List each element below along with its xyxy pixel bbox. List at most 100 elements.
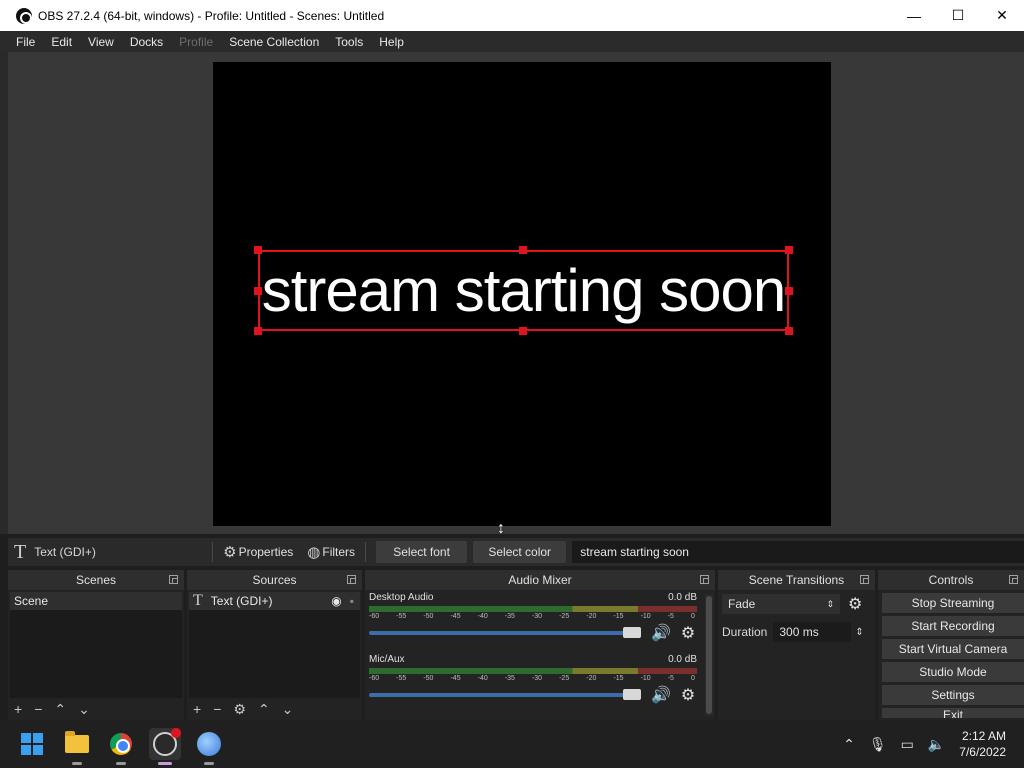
select-color-button[interactable]: Select color	[473, 541, 567, 563]
transitions-title: Scene Transitions	[748, 573, 845, 587]
remove-icon[interactable]: −	[34, 701, 42, 717]
tick-label: -25	[559, 675, 570, 682]
chrome-button[interactable]	[105, 728, 137, 765]
move-up-icon[interactable]: ⌃	[258, 701, 270, 718]
start-virtual-camera-button[interactable]: Start Virtual Camera	[882, 639, 1024, 659]
sources-title: Sources	[252, 573, 297, 587]
select-font-button[interactable]: Select font	[376, 541, 468, 563]
properties-button[interactable]: ⚙ Properties	[219, 543, 297, 561]
text-source-icon: T	[14, 540, 27, 563]
scene-transitions-dock: Scene Transitions Fade ⇕ ⚙ Duration 300 …	[718, 570, 875, 720]
menu-tools[interactable]: Tools	[327, 35, 371, 49]
studio-mode-button[interactable]: Studio Mode	[882, 662, 1024, 682]
mixer-scrollbar[interactable]	[705, 594, 713, 716]
menu-edit[interactable]: Edit	[43, 35, 80, 49]
start-recording-button[interactable]: Start Recording	[882, 616, 1024, 636]
tick-label: -55	[396, 675, 407, 682]
selection-box[interactable]	[258, 250, 789, 331]
menu-file[interactable]: File	[8, 35, 43, 49]
filters-button[interactable]: ◍ Filters	[303, 543, 359, 561]
channel-name: Mic/Aux	[369, 654, 405, 665]
add-icon[interactable]: +	[14, 701, 22, 717]
tick-label: 0	[690, 613, 695, 620]
volume-slider[interactable]	[369, 627, 641, 638]
menu-scene-collection[interactable]: Scene Collection	[221, 35, 327, 49]
source-item[interactable]: T Text (GDI+) ◉ ▪	[189, 592, 360, 610]
clock[interactable]: 2:12 AM 7/6/2022	[959, 728, 1006, 760]
gear-icon[interactable]: ⚙	[848, 594, 862, 614]
speaker-icon[interactable]: 🔊	[651, 623, 671, 643]
resize-handle-tr[interactable]	[785, 246, 793, 254]
move-down-icon[interactable]: ⌄	[282, 701, 294, 718]
microphone-icon[interactable]: 🎙	[869, 736, 887, 753]
chevron-up-icon[interactable]: ⌃	[843, 736, 855, 753]
resize-handle-tm[interactable]	[519, 246, 527, 254]
lock-icon[interactable]: ▪	[350, 594, 354, 608]
menu-profile[interactable]: Profile	[171, 35, 221, 49]
slider-knob[interactable]	[623, 627, 641, 638]
start-button[interactable]	[16, 728, 48, 760]
gear-icon[interactable]: ⚙	[681, 623, 695, 643]
undock-icon[interactable]	[1009, 575, 1018, 584]
menu-help[interactable]: Help	[371, 35, 412, 49]
undock-icon[interactable]	[169, 575, 178, 584]
file-explorer-button[interactable]	[61, 728, 93, 765]
speaker-icon[interactable]: 🔊	[651, 685, 671, 705]
undock-icon[interactable]	[700, 575, 709, 584]
undock-icon[interactable]	[347, 575, 356, 584]
tick-label: -15	[613, 613, 624, 620]
eye-icon[interactable]: ◉	[331, 594, 341, 608]
scrollbar-thumb[interactable]	[706, 596, 712, 714]
undock-icon[interactable]	[860, 575, 869, 584]
tick-label: -55	[396, 613, 407, 620]
resize-handle-bl[interactable]	[254, 327, 262, 335]
gear-icon[interactable]: ⚙	[233, 701, 246, 718]
settings-button[interactable]: Settings	[882, 685, 1024, 705]
move-up-icon[interactable]: ⌃	[54, 701, 66, 718]
recording-dot-icon	[171, 728, 181, 738]
tick-label: -30	[531, 675, 543, 682]
scenes-dock: Scenes Scene + − ⌃ ⌄	[8, 570, 184, 720]
menu-view[interactable]: View	[80, 35, 122, 49]
network-icon[interactable]: ▭	[901, 736, 914, 753]
taskbar: ⌃ 🎙 ▭ 🔈 2:12 AM 7/6/2022	[0, 720, 1024, 768]
gear-icon[interactable]: ⚙	[681, 685, 695, 705]
stop-streaming-button[interactable]: Stop Streaming	[882, 593, 1024, 613]
tick-label: -50	[423, 675, 434, 682]
volume-slider[interactable]	[369, 689, 641, 700]
windows-logo-icon	[21, 733, 43, 755]
slider-knob[interactable]	[623, 689, 641, 700]
obs-app-icon	[16, 7, 32, 24]
scenes-title: Scenes	[75, 573, 117, 587]
sources-list: T Text (GDI+) ◉ ▪	[189, 592, 360, 698]
resize-handle-bm[interactable]	[519, 327, 527, 335]
volume-icon[interactable]: 🔈	[928, 736, 945, 753]
scene-item[interactable]: Scene	[10, 592, 182, 610]
paint-button[interactable]	[193, 728, 225, 765]
remove-icon[interactable]: −	[213, 701, 221, 717]
duration-input[interactable]: 300 ms	[773, 622, 852, 642]
tick-label: -35	[504, 613, 515, 620]
exit-button[interactable]: Exit	[882, 708, 1024, 718]
tick-label: -5	[667, 613, 674, 620]
audio-mixer-header: Audio Mixer	[365, 570, 715, 590]
resize-handle-ml[interactable]	[254, 287, 262, 295]
close-button[interactable]: ✕	[980, 0, 1024, 31]
paint-icon	[197, 732, 221, 756]
transition-select[interactable]: Fade ⇕	[722, 594, 840, 614]
add-icon[interactable]: +	[193, 701, 201, 717]
resize-handle-tl[interactable]	[254, 246, 262, 254]
resize-handle-br[interactable]	[785, 327, 793, 335]
minimize-button[interactable]: —	[892, 0, 936, 31]
move-down-icon[interactable]: ⌄	[78, 701, 90, 718]
spin-arrows-icon[interactable]: ⇕	[855, 627, 863, 638]
maximize-button[interactable]: ☐	[936, 0, 980, 31]
resize-handle-mr[interactable]	[785, 287, 793, 295]
menu-docks[interactable]: Docks	[122, 35, 171, 49]
scenes-header: Scenes	[8, 570, 184, 590]
context-source-name: Text (GDI+)	[34, 545, 96, 559]
obs-taskbar-button[interactable]	[149, 728, 181, 765]
clock-time: 2:12 AM	[961, 729, 1006, 743]
tick-label: -40	[477, 613, 488, 620]
text-input[interactable]: stream starting soon	[572, 541, 1024, 563]
